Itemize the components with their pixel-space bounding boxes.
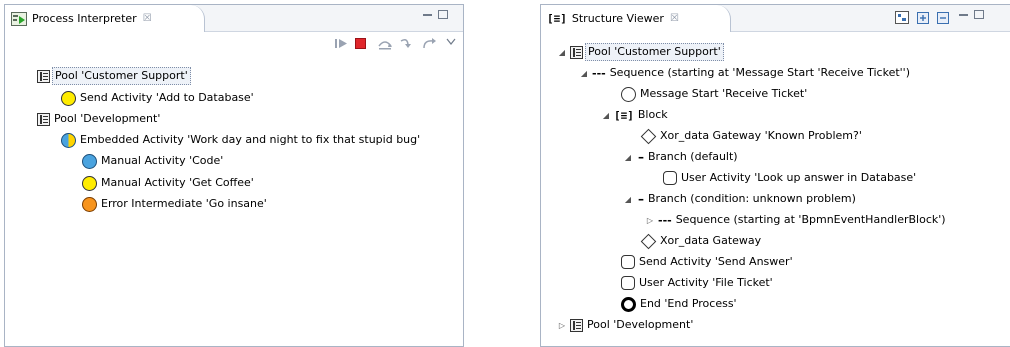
window-controls [423, 10, 448, 19]
sequence-icon: --- [592, 66, 606, 80]
tree-item-label: Xor_data Gateway 'Known Problem?' [660, 129, 862, 142]
step-return-icon[interactable] [421, 38, 437, 50]
yellow-circle-icon [61, 90, 76, 106]
collapsed-arrow-icon[interactable]: ▷ [557, 321, 567, 330]
diamond-icon [640, 233, 657, 249]
maximize-icon[interactable] [438, 10, 448, 19]
empty-circle-icon [621, 86, 636, 102]
collapse-all-icon[interactable] [937, 12, 949, 24]
branch-icon: – [638, 150, 644, 164]
step-into-icon[interactable] [399, 38, 415, 50]
structure-viewer-view: [≡] Structure Viewer ☒ ◢ Pool 'Customer … [540, 4, 1010, 347]
yellow-circle-icon [82, 175, 97, 191]
expanded-arrow-icon[interactable]: ◢ [623, 153, 633, 162]
tree-item-xor-gateway-known-problem[interactable]: Xor_data Gateway 'Known Problem?' [640, 126, 862, 146]
tree-item-label: Xor_data Gateway [660, 234, 762, 247]
resume-icon[interactable] [335, 38, 349, 49]
tree-item-label: Pool 'Customer Support' [52, 67, 191, 85]
tab-bar: Process Interpreter ☒ [5, 5, 463, 32]
process-interpreter-view: Process Interpreter ☒ Pool 'Customer Sup… [4, 4, 464, 347]
tree-item-label: Message Start 'Receive Ticket' [640, 87, 808, 100]
tree-item-label: Pool 'Development' [54, 112, 161, 125]
tree-item-branch-unknown-problem[interactable]: ◢ – Branch (condition: unknown problem) [623, 189, 856, 209]
tree-item-send-activity[interactable]: Send Activity 'Send Answer' [621, 252, 793, 272]
pool-icon [37, 69, 50, 83]
tree-item-label: User Activity 'File Ticket' [639, 276, 773, 289]
orange-circle-icon [82, 196, 97, 212]
tree-item-label: Pool 'Development' [587, 318, 694, 331]
process-interpreter-icon [11, 11, 27, 26]
expand-all-icon[interactable] [917, 12, 929, 24]
collapsed-arrow-icon[interactable]: ▷ [645, 216, 655, 225]
tree-item-error-intermediate[interactable]: Error Intermediate 'Go insane' [82, 194, 267, 214]
tab-process-interpreter[interactable]: Process Interpreter ☒ [5, 5, 205, 32]
diamond-icon [640, 128, 657, 144]
block-icon: [≡] [614, 108, 634, 122]
close-tab-icon[interactable]: ☒ [143, 13, 152, 24]
tree-item-label: Pool 'Customer Support' [585, 43, 724, 61]
tree-item-label: Branch (condition: unknown problem) [648, 192, 856, 205]
tree-item-label: Sequence (starting at 'BpmnEventHandlerB… [675, 213, 946, 226]
step-over-icon[interactable] [377, 38, 393, 50]
close-tab-icon[interactable]: ☒ [670, 13, 679, 24]
branch-icon: – [638, 192, 644, 206]
maximize-icon[interactable] [974, 10, 984, 19]
minimize-icon[interactable] [423, 13, 432, 16]
rounded-rect-icon [621, 255, 635, 269]
end-event-icon [621, 296, 636, 312]
view-menu-chevron-down-icon[interactable] [446, 38, 456, 46]
tree-item-end-event[interactable]: End 'End Process' [621, 294, 737, 314]
tree-item-label: Branch (default) [648, 150, 738, 163]
rounded-rect-icon [663, 171, 677, 185]
tree-item-label: Sequence (starting at 'Message Start 'Re… [609, 66, 910, 79]
tree-item-label: Block [637, 108, 668, 121]
tree-item-manual-activity-code[interactable]: Manual Activity 'Code' [82, 151, 223, 171]
expanded-arrow-icon[interactable]: ◢ [579, 69, 589, 78]
expanded-arrow-icon[interactable]: ◢ [623, 195, 633, 204]
tree-item-manual-activity-coffee[interactable]: Manual Activity 'Get Coffee' [82, 173, 254, 193]
tab-structure-viewer[interactable]: [≡] Structure Viewer ☒ [541, 5, 731, 32]
window-controls [959, 10, 984, 19]
expanded-arrow-icon[interactable]: ◢ [557, 48, 567, 57]
tree-item-label: Manual Activity 'Get Coffee' [101, 176, 254, 189]
minimize-icon[interactable] [959, 13, 968, 16]
tree-item-label: Error Intermediate 'Go insane' [101, 197, 267, 210]
pool-icon [37, 112, 50, 126]
tree-item-sequence-handler[interactable]: ▷ --- Sequence (starting at 'BpmnEventHa… [645, 210, 946, 230]
tree-item-label: Embedded Activity 'Work day and night to… [80, 133, 421, 146]
tree-item-branch-default[interactable]: ◢ – Branch (default) [623, 147, 738, 167]
tab-title: Process Interpreter [32, 12, 137, 25]
tree-item-embedded-activity[interactable]: Embedded Activity 'Work day and night to… [61, 130, 420, 150]
terminate-icon[interactable] [355, 38, 366, 49]
tree-item-label: User Activity 'Look up answer in Databas… [681, 171, 917, 184]
tree-item-xor-gateway[interactable]: Xor_data Gateway [640, 231, 762, 251]
embedded-activity-icon [61, 132, 76, 148]
tree-item-pool-development[interactable]: ▷ Pool 'Development' [557, 315, 693, 335]
tree-item-pool-development[interactable]: Pool 'Development' [37, 109, 160, 129]
pool-icon [570, 318, 583, 332]
blue-circle-icon [82, 153, 97, 169]
tree-item-block[interactable]: ◢ [≡] Block [601, 105, 668, 125]
tree-item-pool-customer-support[interactable]: ◢ Pool 'Customer Support' [557, 42, 724, 62]
tree-item-label: Send Activity 'Send Answer' [639, 255, 793, 268]
tree-item-message-start[interactable]: Message Start 'Receive Ticket' [621, 84, 807, 104]
tree-item-send-activity[interactable]: Send Activity 'Add to Database' [61, 88, 254, 108]
tree-item-user-activity-look-up[interactable]: User Activity 'Look up answer in Databas… [663, 168, 916, 188]
interpreter-toolbar [5, 32, 463, 54]
tab-bar: [≡] Structure Viewer ☒ [541, 5, 1010, 32]
sequence-icon: --- [658, 213, 672, 227]
tree-item-sequence[interactable]: ◢ --- Sequence (starting at 'Message Sta… [579, 63, 910, 83]
expanded-arrow-icon[interactable]: ◢ [601, 111, 611, 120]
rounded-rect-icon [621, 276, 635, 290]
tree-item-pool-customer-support[interactable]: Pool 'Customer Support' [37, 66, 191, 86]
tree-item-label: End 'End Process' [640, 297, 737, 310]
link-editor-icon[interactable] [895, 11, 911, 25]
tree-item-label: Send Activity 'Add to Database' [80, 91, 254, 104]
tree-item-label: Manual Activity 'Code' [101, 154, 224, 167]
tab-title: Structure Viewer [571, 12, 664, 25]
tree-item-user-activity-file-ticket[interactable]: User Activity 'File Ticket' [621, 273, 773, 293]
pool-icon [570, 45, 583, 59]
structure-viewer-icon: [≡] [547, 12, 567, 25]
